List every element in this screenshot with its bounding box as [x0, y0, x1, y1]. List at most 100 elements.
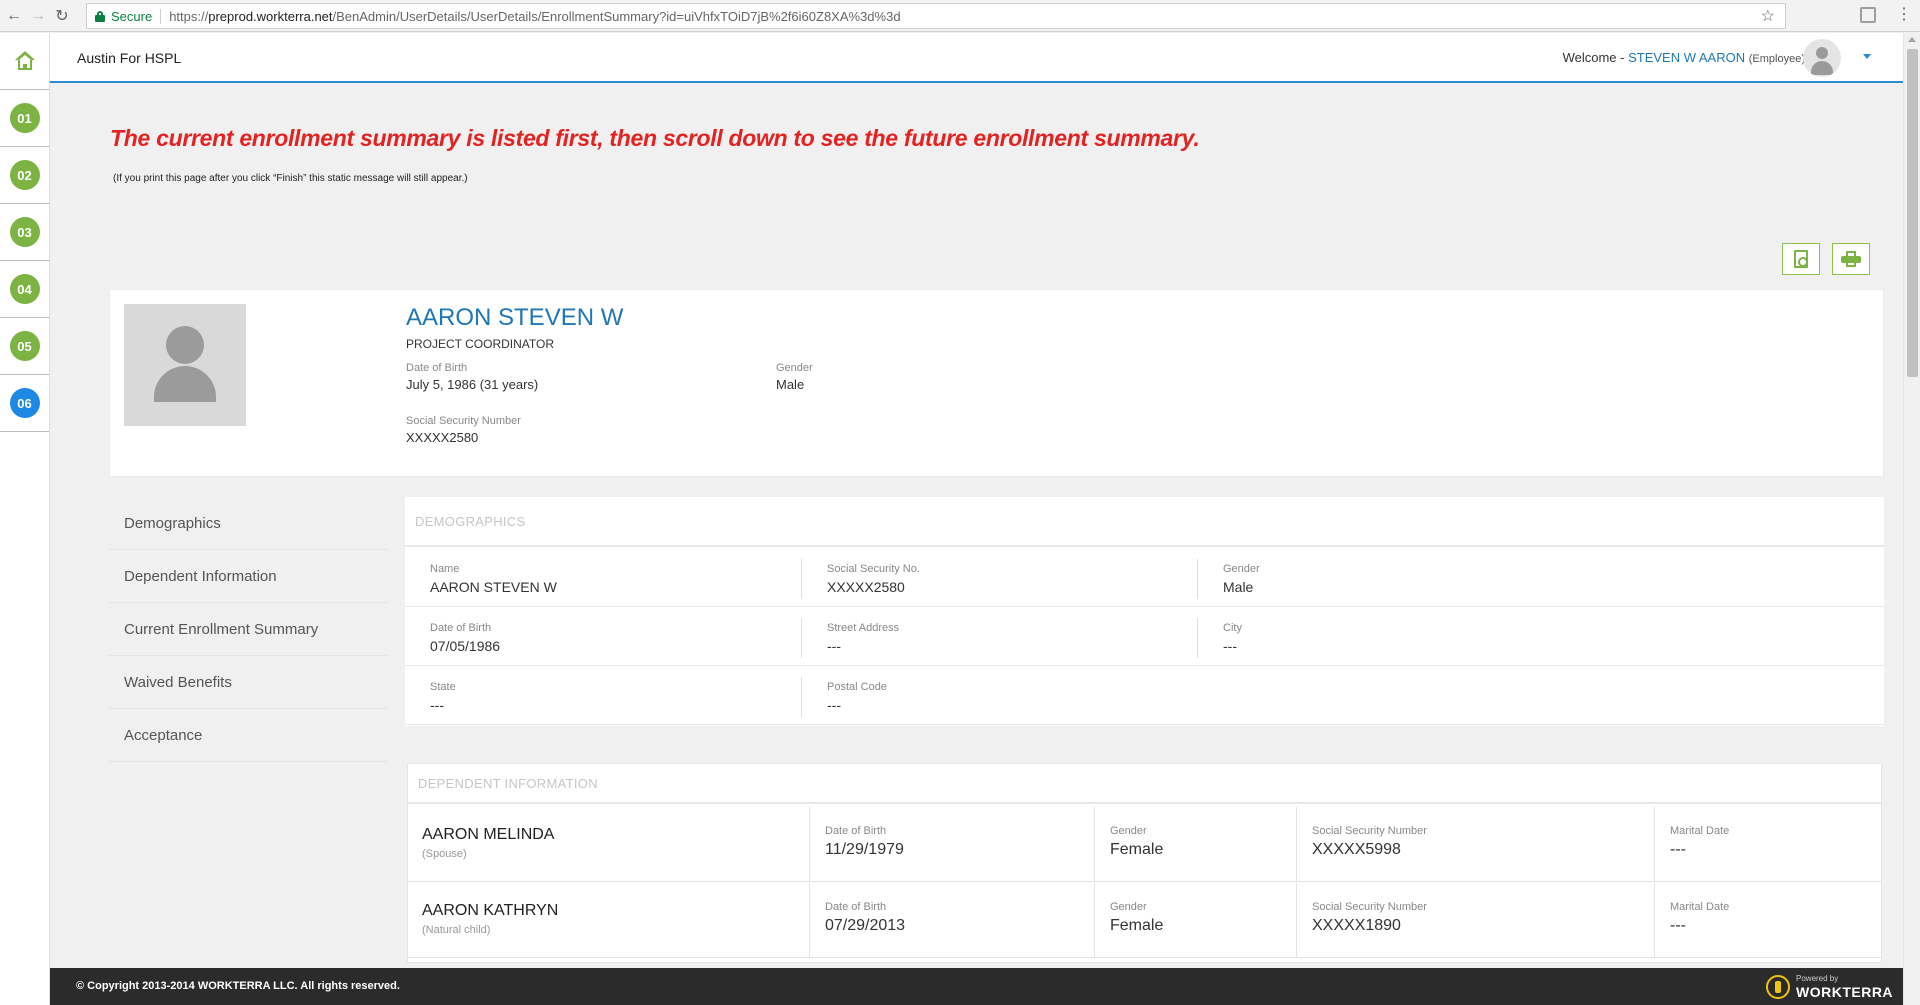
- ssn-label: Social Security Number: [406, 415, 521, 427]
- welcome-text: Welcome - STEVEN W AARON (Employee): [1563, 50, 1805, 65]
- field-value: ---: [1223, 638, 1237, 654]
- field-label: Social Security Number: [1312, 825, 1427, 837]
- step-item-06[interactable]: 06: [0, 375, 49, 432]
- copyright-text: © Copyright 2013-2014 WORKTERRA LLC. All…: [76, 980, 400, 992]
- dependent-gender-cell: Gender Female: [1095, 807, 1296, 882]
- browser-toolbar: ← → ↻ Secure https://preprod.workterra.n…: [0, 0, 1920, 32]
- dob-label: Date of Birth: [406, 362, 468, 374]
- print-icon: [1841, 251, 1861, 267]
- user-avatar-icon: [124, 304, 246, 426]
- chevron-down-icon[interactable]: [1863, 54, 1871, 59]
- browser-menu-icon[interactable]: ⋮: [1896, 7, 1912, 23]
- field-label: Social Security No.: [827, 563, 920, 575]
- pdf-button[interactable]: [1782, 243, 1820, 275]
- field-label: Gender: [1223, 563, 1260, 575]
- demographics-header: DEMOGRAPHICS: [405, 497, 1884, 547]
- dependent-relation: (Spouse): [422, 848, 467, 860]
- dependent-name-cell: AARON KATHRYN (Natural child): [408, 883, 809, 958]
- field-label: Street Address: [827, 622, 900, 634]
- field-label: State: [430, 681, 456, 693]
- secure-label: Secure: [111, 8, 162, 24]
- workterra-logo-icon: [1766, 975, 1790, 999]
- back-icon[interactable]: ←: [4, 6, 24, 26]
- demographics-field: Social Security No. XXXXX2580: [802, 549, 1198, 607]
- profile-name: AARON STEVEN W: [406, 304, 624, 331]
- url-text[interactable]: https://preprod.workterra.net/BenAdmin/U…: [169, 9, 900, 24]
- step-item-05[interactable]: 05: [0, 318, 49, 375]
- demographics-row: Name AARON STEVEN W Social Security No. XXX…: [405, 549, 1884, 607]
- field-value: XXXXX5998: [1312, 841, 1401, 858]
- field-value: 07/05/1986: [430, 638, 501, 654]
- field-value: XXXXX1890: [1312, 917, 1401, 934]
- section-nav: Demographics Dependent Information Current…: [109, 497, 388, 762]
- ssn-value: XXXXX2580: [406, 430, 479, 445]
- dependent-gender-cell: Gender Female: [1095, 883, 1296, 958]
- column-divider: [1197, 618, 1198, 658]
- step-badge: 05: [9, 331, 40, 361]
- dependent-relation: (Natural child): [422, 924, 491, 936]
- home-button[interactable]: [0, 33, 49, 90]
- step-item-01[interactable]: 01: [0, 90, 49, 147]
- field-value: Male: [1223, 579, 1254, 595]
- reload-icon[interactable]: ↻: [52, 6, 72, 26]
- dependent-marital-cell: Marital Date ---: [1655, 807, 1881, 882]
- field-label: Gender: [1110, 825, 1147, 837]
- welcome-label: Welcome -: [1562, 50, 1629, 65]
- extension-icon[interactable]: [1860, 7, 1876, 23]
- url-prefix: https://: [169, 8, 209, 24]
- section-nav-item[interactable]: Current Enrollment Summary: [109, 603, 388, 656]
- section-nav-item[interactable]: Acceptance: [109, 709, 388, 762]
- address-bar[interactable]: Secure https://preprod.workterra.net/Ben…: [86, 3, 1786, 29]
- field-label: City: [1223, 622, 1242, 634]
- demographics-field: Date of Birth 07/05/1986: [405, 608, 801, 666]
- field-value: ---: [430, 697, 444, 713]
- scroll-thumb[interactable]: [1907, 49, 1918, 377]
- print-button[interactable]: [1832, 243, 1870, 275]
- print-note: (If you print this page after you click …: [113, 173, 468, 184]
- field-value: ---: [1670, 917, 1686, 934]
- forward-icon[interactable]: →: [28, 6, 48, 26]
- dependents-panel: DEPENDENT INFORMATION AARON MELINDA (Spou…: [407, 763, 1882, 963]
- demographics-row: State --- Postal Code ---: [405, 667, 1884, 725]
- demographics-panel: DEMOGRAPHICS Name AARON STEVEN W Social Se…: [405, 497, 1884, 726]
- dependent-name-cell: AARON MELINDA (Spouse): [408, 807, 809, 882]
- profile-job-title: PROJECT COORDINATOR: [406, 337, 555, 351]
- demographics-row: Date of Birth 07/05/1986 Street Address ---…: [405, 608, 1884, 666]
- user-role: (Employee): [1748, 53, 1805, 65]
- step-item-02[interactable]: 02: [0, 147, 49, 204]
- dependent-name: AARON KATHRYN: [422, 902, 559, 919]
- field-value: ---: [827, 697, 841, 713]
- field-value: Female: [1110, 841, 1164, 858]
- field-value: Female: [1110, 917, 1164, 934]
- avatar[interactable]: [1803, 39, 1841, 77]
- section-nav-item[interactable]: Waived Benefits: [109, 656, 388, 709]
- column-divider: [801, 559, 802, 599]
- step-badge: 03: [9, 217, 40, 247]
- bookmark-star-icon[interactable]: ☆: [1761, 6, 1775, 26]
- gender-label: Gender: [776, 362, 813, 374]
- dependent-row: AARON MELINDA (Spouse) Date of Birth 11/29/…: [408, 807, 1881, 882]
- dob-value: July 5, 1986 (31 years): [406, 377, 539, 392]
- page-scrollbar[interactable]: [1903, 33, 1920, 1005]
- field-label: Date of Birth: [430, 622, 492, 634]
- demographics-field: State ---: [405, 667, 801, 725]
- dependent-row: AARON KATHRYN (Natural child) Date of Birt…: [408, 883, 1881, 958]
- section-nav-item[interactable]: Demographics: [109, 497, 388, 550]
- step-sidebar: 01 02 03 04 05 06: [0, 33, 50, 1005]
- field-value: ---: [827, 638, 841, 654]
- enrollment-notice: The current enrollment summary is listed…: [110, 125, 1200, 151]
- profile-card: AARON STEVEN W PROJECT COORDINATOR Date …: [109, 289, 1884, 477]
- demographics-field: Name AARON STEVEN W: [405, 549, 801, 607]
- powered-brand: WORKTERRA: [1796, 984, 1894, 1000]
- step-item-03[interactable]: 03: [0, 204, 49, 261]
- dependents-header: DEPENDENT INFORMATION: [408, 764, 1881, 804]
- dependent-dob-cell: Date of Birth 07/29/2013: [810, 883, 1094, 958]
- main-content: The current enrollment summary is listed…: [50, 85, 1903, 967]
- user-name[interactable]: STEVEN W AARON: [1628, 50, 1745, 65]
- section-nav-item[interactable]: Dependent Information: [109, 550, 388, 603]
- demographics-field: City ---: [1198, 608, 1594, 666]
- scroll-up-icon[interactable]: [1908, 37, 1916, 42]
- step-item-04[interactable]: 04: [0, 261, 49, 318]
- field-label: Marital Date: [1670, 901, 1730, 913]
- step-badge: 02: [9, 160, 40, 190]
